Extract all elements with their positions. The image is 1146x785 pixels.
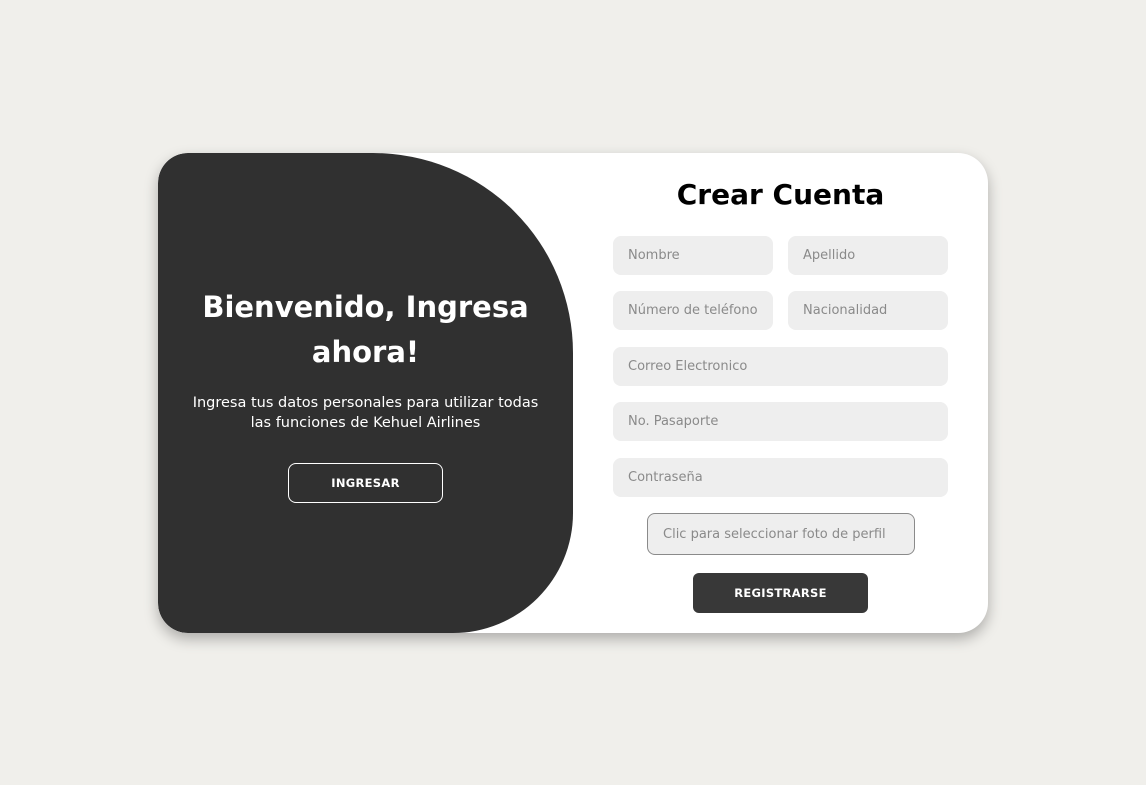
first-name-input[interactable] bbox=[613, 236, 773, 275]
form-title: Crear Cuenta bbox=[676, 178, 885, 211]
nationality-input[interactable] bbox=[788, 291, 948, 330]
last-name-input[interactable] bbox=[788, 236, 948, 275]
email-input[interactable] bbox=[613, 347, 948, 386]
login-button[interactable]: INGRESAR bbox=[288, 463, 443, 503]
welcome-description: Ingresa tus datos personales para utiliz… bbox=[192, 395, 539, 431]
password-input[interactable] bbox=[613, 458, 948, 497]
register-button[interactable]: REGISTRARSE bbox=[693, 573, 868, 613]
passport-input[interactable] bbox=[613, 402, 948, 441]
signup-card: Bienvenido, Ingresa ahora! Ingresa tus d… bbox=[158, 153, 988, 633]
phone-input[interactable] bbox=[613, 291, 773, 330]
profile-photo-picker[interactable] bbox=[647, 513, 915, 555]
welcome-title: Bienvenido, Ingresa ahora! bbox=[202, 290, 529, 369]
welcome-panel: Bienvenido, Ingresa ahora! Ingresa tus d… bbox=[158, 153, 573, 633]
